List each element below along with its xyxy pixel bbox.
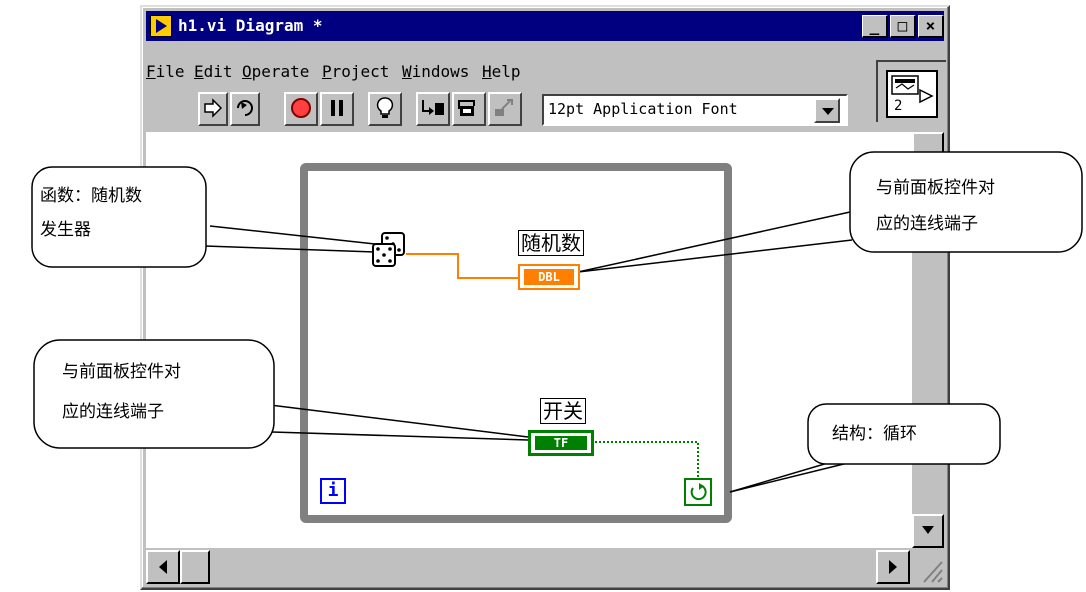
loop-condition-icon bbox=[690, 483, 707, 501]
tf-terminal-label: TF bbox=[535, 436, 587, 450]
dbl-terminal-label: DBL bbox=[524, 269, 574, 285]
callout-bubble-control bbox=[33, 339, 275, 449]
numeric-indicator-terminal[interactable]: DBL bbox=[518, 264, 580, 290]
callout-control-line2: 应的连线端子 bbox=[62, 402, 164, 422]
callout-leader-indicator-2 bbox=[577, 239, 853, 273]
callout-control-line1: 与前面板控件对 bbox=[62, 362, 181, 382]
callout-leader-indicator bbox=[577, 211, 851, 273]
callout-indicator-line2: 应的连线端子 bbox=[876, 214, 978, 234]
control-label: 开关 bbox=[540, 398, 586, 424]
conditional-terminal[interactable] bbox=[684, 478, 712, 506]
dice-icon[interactable] bbox=[370, 230, 408, 270]
callout-loop-line1: 结构：循环 bbox=[832, 424, 917, 444]
wires-layer bbox=[204, 211, 861, 493]
boolean-wire bbox=[595, 441, 699, 478]
callout-random-line2: 发生器 bbox=[40, 220, 91, 240]
iteration-terminal[interactable]: i bbox=[320, 478, 346, 504]
indicator-label: 随机数 bbox=[518, 230, 584, 256]
numeric-wire bbox=[406, 253, 518, 279]
callout-leader-random bbox=[204, 245, 376, 253]
callout-random-line1: 函数：随机数 bbox=[40, 186, 142, 206]
callout-indicator-line1: 与前面板控件对 bbox=[876, 178, 995, 198]
callout-leader-control bbox=[269, 404, 529, 438]
boolean-control-terminal[interactable]: TF bbox=[528, 430, 594, 456]
callout-leader-random-2 bbox=[209, 225, 376, 245]
callout-leader-control-2 bbox=[271, 431, 529, 441]
